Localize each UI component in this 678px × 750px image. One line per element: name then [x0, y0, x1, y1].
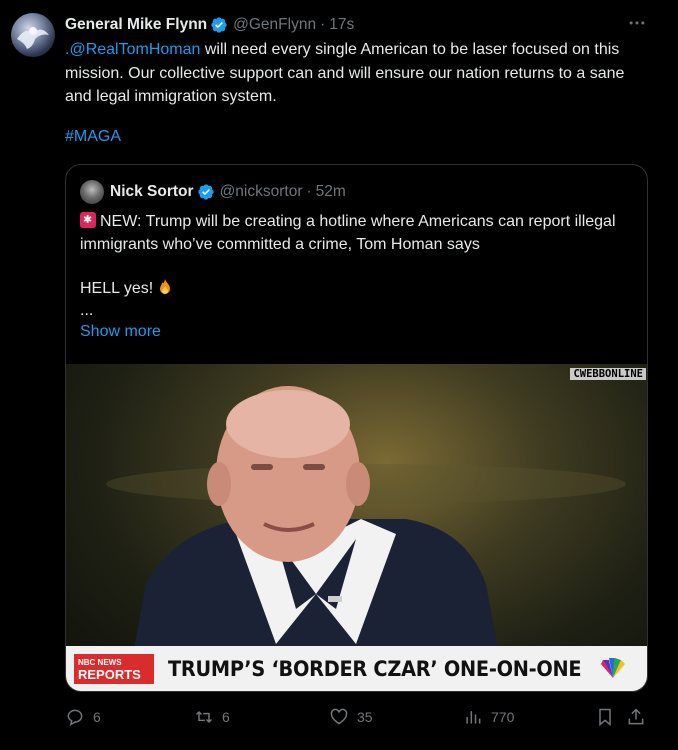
quote-author-handle[interactable]: @nicksortor	[220, 183, 303, 201]
hashtag-link[interactable]: #MAGA	[65, 128, 121, 146]
bookmark-icon	[599, 708, 611, 727]
siren-icon	[80, 212, 96, 228]
quote-author-name[interactable]: Nick Sortor	[110, 183, 194, 201]
nbc-peacock-icon	[601, 658, 625, 678]
author-name[interactable]: General Mike Flynn	[65, 16, 207, 34]
quote-ellipsis: ...	[80, 302, 94, 319]
quote-line2: HELL yes!	[80, 280, 154, 297]
quote-text: NEW: Trump will be creating a hotline wh…	[80, 210, 635, 256]
views-icon	[466, 711, 481, 724]
views-button[interactable]: 770	[463, 702, 514, 732]
repost-count: 6	[222, 709, 230, 725]
share-icon	[628, 708, 644, 725]
like-button[interactable]: 35	[329, 702, 373, 732]
action-bar: 6 6 35 770	[65, 702, 648, 732]
repost-icon	[195, 710, 213, 724]
more-icon[interactable]	[626, 12, 648, 34]
speaker-figure	[106, 386, 626, 691]
author-handle[interactable]: @GenFlynn	[233, 16, 316, 34]
quoted-tweet[interactable]: Nick Sortor @nicksortor · 52m NEW: Trump…	[65, 164, 648, 692]
verified-badge-icon	[197, 184, 214, 200]
fire-icon	[160, 279, 171, 294]
tweet: General Mike Flynn @GenFlynn · 17s .@Rea…	[0, 0, 678, 750]
quote-line2-wrap: HELL yes!	[80, 278, 173, 298]
tweet-text: .@RealTomHoman will need every single Am…	[65, 38, 655, 109]
heart-icon	[330, 708, 348, 725]
reply-button[interactable]: 6	[65, 702, 101, 732]
author-avatar[interactable]	[11, 13, 55, 57]
like-count: 35	[357, 709, 373, 725]
verified-badge-icon	[211, 17, 227, 33]
mention-link[interactable]: .@RealTomHoman	[65, 41, 200, 58]
banner-title: TRUMP’S ‘BORDER CZAR’ ONE-ON-ONE	[168, 657, 582, 681]
nbc-reports-logo: NBC NEWS REPORTS	[74, 654, 154, 684]
quote-author-avatar[interactable]	[80, 180, 104, 204]
reply-icon	[67, 709, 83, 727]
tweet-time[interactable]: 17s	[329, 16, 354, 34]
reply-count: 6	[93, 709, 101, 725]
quote-header: Nick Sortor @nicksortor · 52m	[80, 180, 346, 204]
show-more-link[interactable]: Show more	[80, 323, 161, 341]
watermark: CWEBBONLINE	[570, 368, 646, 380]
quote-time[interactable]: 52m	[316, 183, 346, 201]
view-count: 770	[491, 709, 515, 725]
video-banner: NBC NEWS REPORTS TRUMP’S ‘BORDER CZAR’ O…	[66, 646, 647, 691]
share-button[interactable]	[626, 702, 646, 732]
separator: ·	[320, 16, 326, 33]
separator: ·	[306, 183, 312, 200]
bookmark-button[interactable]	[595, 702, 615, 732]
logo-bottom: REPORTS	[78, 667, 141, 682]
quote-line1: NEW: Trump will be creating a hotline wh…	[80, 213, 616, 253]
repost-button[interactable]: 6	[194, 702, 230, 732]
tweet-header: General Mike Flynn @GenFlynn · 17s	[65, 14, 354, 36]
quote-video[interactable]: CWEBBONLINE NBC NEWS REPORTS TRUMP’S ‘BO…	[66, 364, 647, 691]
